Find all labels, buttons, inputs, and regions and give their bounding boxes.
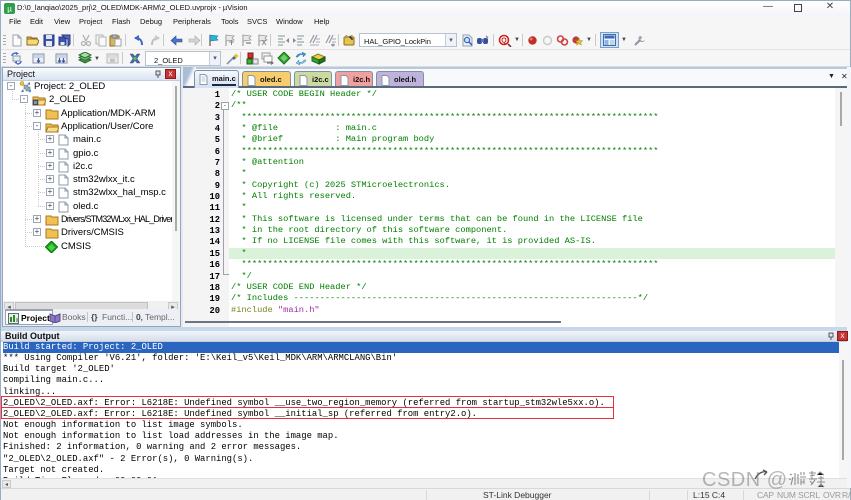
svg-text:µ: µ — [7, 5, 12, 14]
svg-text:Q: Q — [501, 38, 507, 45]
